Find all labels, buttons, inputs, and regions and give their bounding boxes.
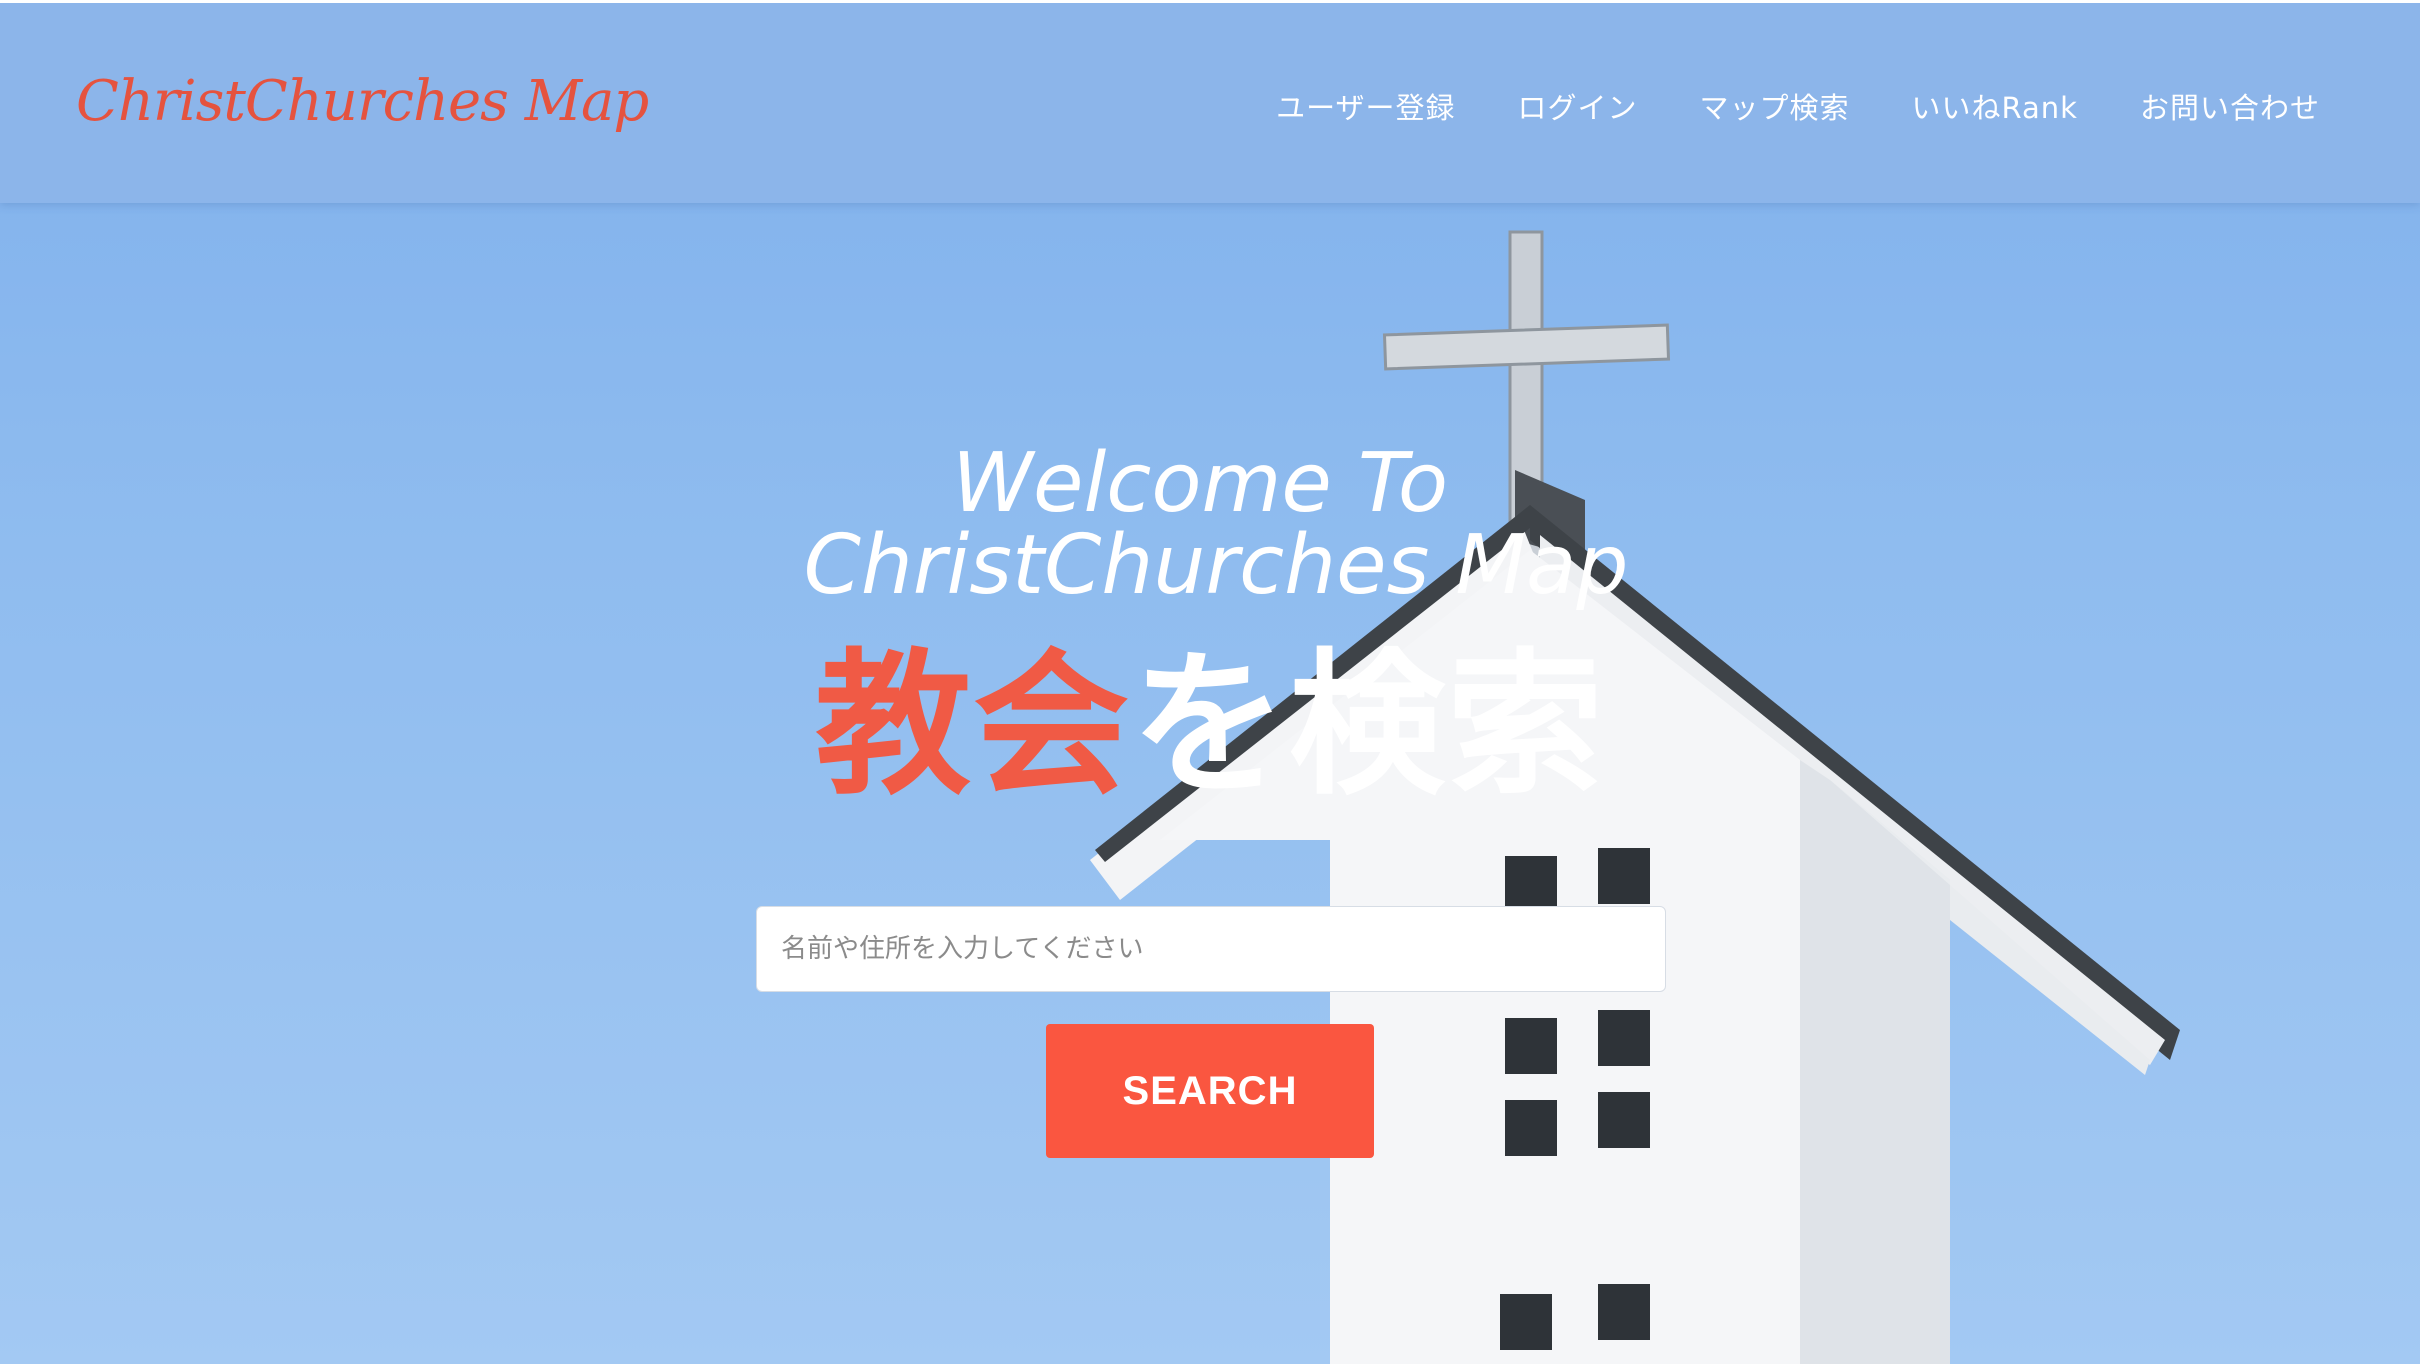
headline-accent: 教会 [815, 634, 1131, 816]
welcome-line-1: Welcome To [951, 436, 1449, 531]
main-nav: ユーザー登録 ログイン マップ検索 いいねRank お問い合わせ [1276, 85, 2320, 127]
headline-rest: を検索 [1131, 634, 1605, 816]
page: ChristChurches Map ユーザー登録 ログイン マップ検索 いいね… [0, 0, 2420, 1364]
nav-like-rank[interactable]: いいねRank [1912, 85, 2078, 127]
site-header: ChristChurches Map ユーザー登録 ログイン マップ検索 いいね… [0, 0, 2420, 203]
search-button[interactable]: SEARCH [1046, 1024, 1374, 1158]
nav-contact[interactable]: お問い合わせ [2140, 85, 2320, 127]
welcome-line-2: ChristChurches Map [803, 518, 1629, 613]
search-input[interactable] [756, 906, 1666, 992]
hero-headline: 教会を検索 [0, 640, 2420, 810]
nav-login[interactable]: ログイン [1517, 85, 1637, 127]
site-logo[interactable]: ChristChurches Map [76, 69, 649, 134]
nav-map-search[interactable]: マップ検索 [1700, 85, 1850, 127]
nav-user-register[interactable]: ユーザー登録 [1276, 85, 1455, 127]
